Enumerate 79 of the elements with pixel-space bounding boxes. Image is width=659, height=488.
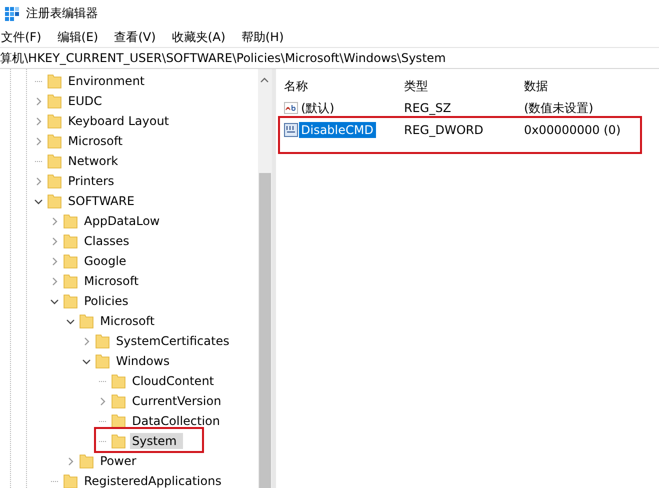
folder-icon [79, 313, 94, 329]
chevron-down-icon[interactable] [66, 316, 75, 326]
value-name[interactable]: DisableCMD [299, 122, 376, 138]
window-title: 注册表编辑器 [26, 5, 98, 22]
column-header[interactable]: 类型 [404, 78, 524, 94]
chevron-right-icon[interactable] [66, 456, 75, 466]
menu-item[interactable]: 查看(V) [113, 28, 164, 46]
value-name[interactable]: (默认) [299, 98, 336, 118]
tree-item[interactable]: Microsoft [82, 273, 141, 289]
folder-icon [63, 253, 78, 269]
value-data: (数值未设置) [524, 100, 594, 116]
binary-value-icon [284, 123, 298, 137]
menu-item[interactable]: 编辑(E) [56, 28, 106, 46]
folder-icon [63, 273, 78, 289]
chevron-right-icon[interactable] [34, 176, 43, 186]
menu-item[interactable]: 帮助(H) [240, 28, 292, 46]
folder-icon [111, 433, 126, 449]
chevron-right-icon[interactable] [34, 136, 43, 146]
tree-item[interactable]: Environment [66, 73, 147, 89]
tree-item[interactable]: System [130, 433, 183, 449]
folder-icon [47, 73, 62, 89]
tree-item[interactable]: SystemCertificates [114, 333, 232, 349]
folder-icon [79, 453, 94, 469]
string-value-icon [284, 102, 298, 114]
chevron-right-icon[interactable] [34, 96, 43, 106]
menu-item[interactable]: 收藏夹(A) [170, 28, 234, 46]
tree-item[interactable]: Windows [114, 353, 172, 369]
chevron-right-icon[interactable] [50, 256, 59, 266]
folder-icon [111, 393, 126, 409]
chevron-right-icon[interactable] [98, 396, 107, 406]
folder-icon [47, 113, 62, 129]
chevron-right-icon[interactable] [34, 116, 43, 126]
chevron-right-icon[interactable] [50, 216, 59, 226]
folder-icon [63, 293, 78, 309]
folder-icon [47, 93, 62, 109]
tree-item[interactable]: Power [98, 453, 138, 469]
folder-icon [47, 173, 62, 189]
chevron-right-icon[interactable] [50, 236, 59, 246]
scrollbar[interactable] [258, 69, 272, 488]
value-data: 0x00000000 (0) [524, 123, 622, 137]
folder-icon [95, 333, 110, 349]
folder-icon [63, 213, 78, 229]
folder-icon [111, 373, 126, 389]
folder-icon [47, 193, 62, 209]
chevron-down-icon[interactable] [82, 356, 91, 366]
tree-item[interactable]: Network [66, 153, 120, 169]
tree-item[interactable]: AppDataLow [82, 213, 162, 229]
tree-item[interactable]: Classes [82, 233, 132, 249]
menu-item[interactable]: 文件(F) [0, 28, 50, 46]
tree-item[interactable]: Printers [66, 173, 116, 189]
tree-item[interactable]: DataCollection [130, 413, 222, 429]
registry-editor-icon [4, 6, 20, 22]
tree-item[interactable]: EUDC [66, 93, 104, 109]
chevron-right-icon[interactable] [82, 336, 91, 346]
tree-item[interactable]: Google [82, 253, 128, 269]
value-type: REG_SZ [404, 101, 452, 115]
chevron-down-icon[interactable] [50, 296, 59, 306]
folder-icon [63, 473, 78, 488]
tree-item[interactable]: Policies [82, 293, 130, 309]
tree-item[interactable]: Microsoft [98, 313, 157, 329]
folder-icon [63, 233, 78, 249]
scroll-thumb[interactable] [259, 173, 271, 488]
tree-item[interactable]: RegisteredApplications [82, 473, 224, 488]
chevron-down-icon[interactable] [34, 196, 43, 206]
chevron-right-icon[interactable] [50, 276, 59, 286]
scroll-up-icon[interactable] [260, 77, 269, 83]
address-bar[interactable]: 算机\HKEY_CURRENT_USER\SOFTWARE\Policies\Microsoft\Windows\System [0, 47, 659, 69]
value-type: REG_DWORD [404, 123, 484, 137]
folder-icon [47, 153, 62, 169]
tree-item[interactable]: Keyboard Layout [66, 113, 172, 129]
folder-icon [47, 133, 62, 149]
folder-icon [111, 413, 126, 429]
column-header[interactable]: 数据 [524, 78, 644, 94]
folder-icon [95, 353, 110, 369]
column-header[interactable]: 名称 [284, 78, 404, 94]
tree-item[interactable]: CloudContent [130, 373, 216, 389]
tree-item[interactable]: Microsoft [66, 133, 125, 149]
tree-item[interactable]: CurrentVersion [130, 393, 224, 409]
tree-item[interactable]: SOFTWARE [66, 193, 136, 209]
